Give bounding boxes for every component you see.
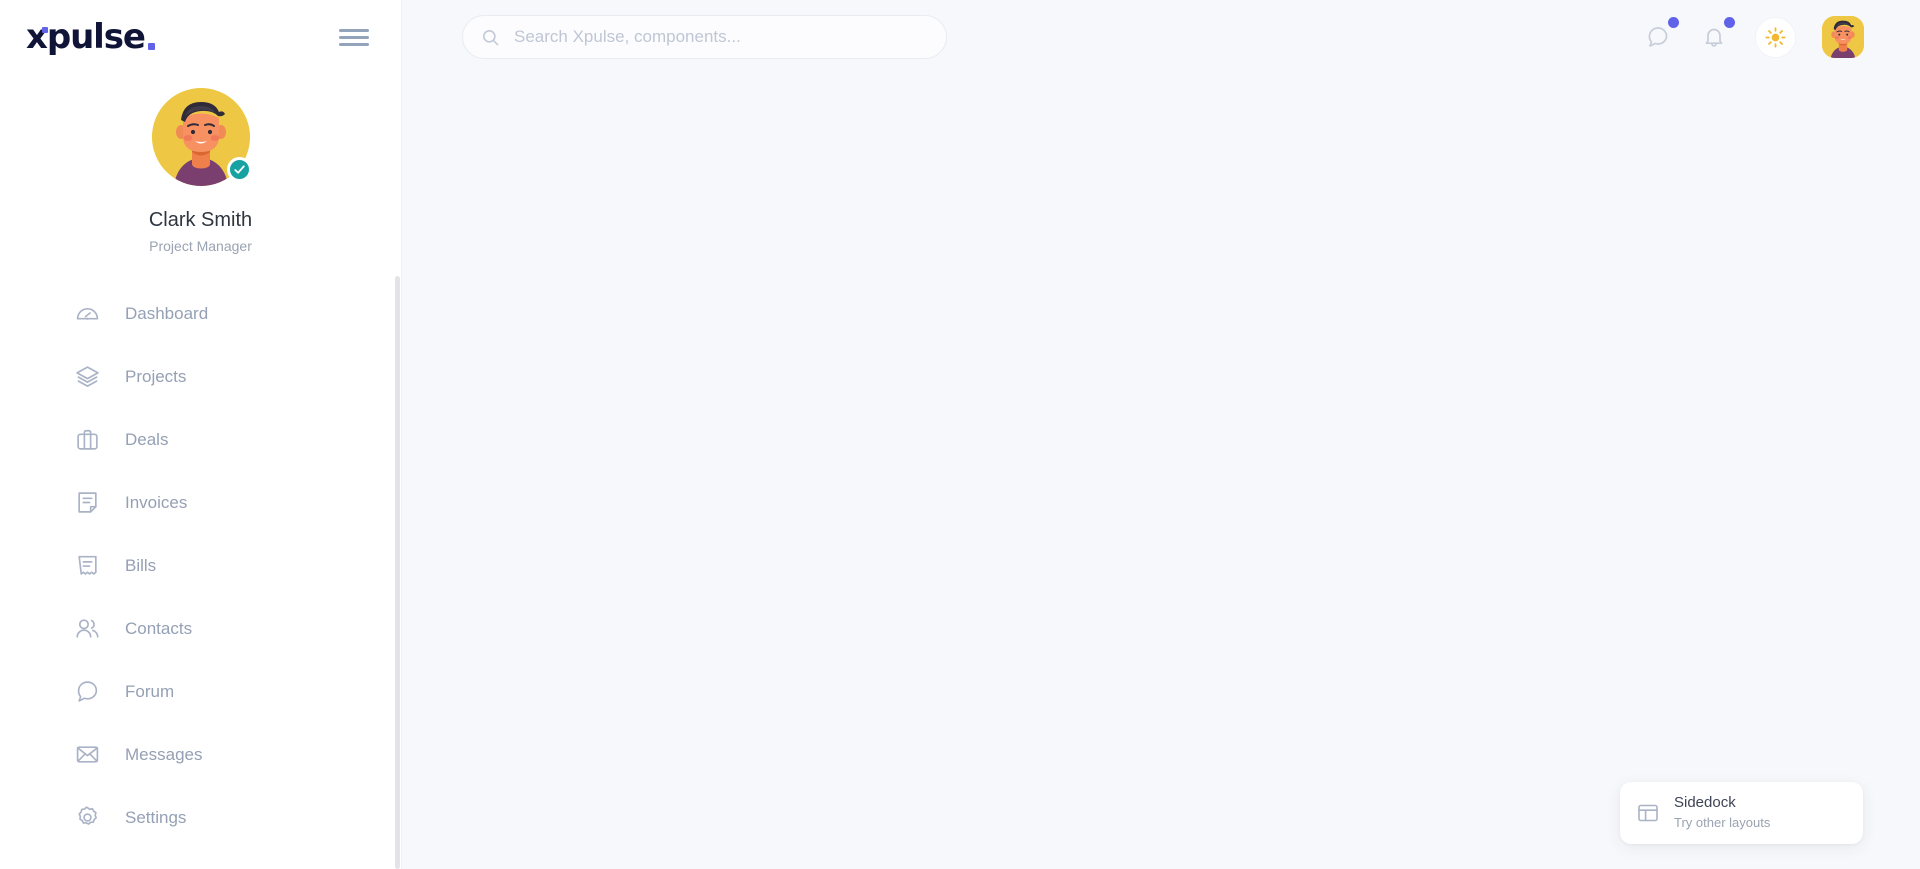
sidebar-item-label: Settings (125, 807, 187, 827)
user-avatar-illustration (1822, 16, 1864, 58)
sidedock-subtitle: Try other layouts (1674, 815, 1771, 831)
logo-accent-dot-upper (42, 27, 48, 33)
sidebar: xpulse Clark Smith Project Manager Dashb… (0, 0, 401, 869)
main-content: Sidedock Try other layouts (401, 0, 1920, 869)
theme-toggle-button[interactable] (1755, 16, 1796, 58)
sidebar-item-label: Messages (125, 744, 203, 764)
envelope-icon (74, 741, 101, 768)
sidebar-item-label: Invoices (125, 492, 188, 512)
sidebar-item-forum[interactable]: Forum (0, 660, 401, 723)
app-root: xpulse Clark Smith Project Manager Dashb… (0, 0, 1920, 869)
search-icon (481, 28, 500, 47)
hamburger-line (339, 42, 369, 46)
sidebar-item-label: Contacts (125, 618, 193, 638)
top-bar-actions (1643, 16, 1864, 58)
sidebar-item-messages[interactable]: Messages (0, 723, 401, 786)
sidebar-item-label: Dashboard (125, 303, 209, 323)
sidedock-card[interactable]: Sidedock Try other layouts (1620, 782, 1863, 844)
chat-badge (1668, 17, 1679, 28)
sidebar-item-contacts[interactable]: Contacts (0, 597, 401, 660)
sidebar-item-bills[interactable]: Bills (0, 534, 401, 597)
sidebar-item-label: Bills (125, 555, 157, 575)
hamburger-line (339, 35, 369, 39)
receipt-icon (74, 552, 101, 579)
notifications-badge (1724, 17, 1735, 28)
app-logo[interactable]: xpulse (26, 20, 155, 54)
sidebar-item-invoices[interactable]: Invoices (0, 471, 401, 534)
briefcase-icon (74, 426, 101, 453)
sidebar-item-settings[interactable]: Settings (0, 786, 401, 849)
layout-panel-icon (1636, 801, 1660, 825)
chat-bubble-icon (1646, 25, 1670, 49)
check-badge-icon (226, 157, 252, 182)
profile-role: Project Manager (149, 238, 252, 254)
sidebar-profile: Clark Smith Project Manager (0, 74, 401, 254)
sidedock-title: Sidedock (1674, 794, 1736, 812)
sidebar-item-label: Projects (125, 366, 187, 386)
search-input[interactable] (514, 27, 928, 47)
app-logo-text: xpulse (26, 17, 146, 57)
sidebar-nav: Dashboard Projects Deals Invoices Bills … (0, 282, 401, 869)
gear-icon (74, 804, 101, 831)
sidebar-scrollbar-thumb[interactable] (395, 276, 400, 869)
sidebar-item-projects[interactable]: Projects (0, 345, 401, 408)
sidebar-item-label: Forum (125, 681, 175, 701)
sidebar-item-documentation[interactable]: Documentation (0, 849, 401, 869)
sidebar-item-dashboard[interactable]: Dashboard (0, 282, 401, 345)
user-avatar-button[interactable] (1822, 16, 1864, 58)
hamburger-icon[interactable] (339, 21, 369, 54)
sidebar-header: xpulse (0, 0, 401, 74)
top-bar (402, 0, 1920, 74)
chat-bubble-icon (74, 678, 101, 705)
sun-icon (1764, 26, 1787, 49)
bell-icon (1702, 25, 1726, 49)
notifications-button[interactable] (1699, 17, 1735, 52)
sidedock-text: Sidedock Try other layouts (1674, 794, 1770, 831)
avatar[interactable] (151, 88, 252, 186)
invoice-document-icon (74, 489, 101, 516)
users-icon (74, 615, 101, 642)
sidebar-item-deals[interactable]: Deals (0, 408, 401, 471)
chat-button[interactable] (1643, 17, 1679, 52)
layers-icon (74, 363, 101, 390)
sidebar-item-label: Deals (125, 429, 169, 449)
gauge-icon (74, 300, 101, 327)
hamburger-line (339, 28, 369, 32)
logo-accent-dot-trailing (147, 43, 155, 50)
profile-name: Clark Smith (148, 209, 253, 231)
search-bar[interactable] (462, 15, 947, 59)
